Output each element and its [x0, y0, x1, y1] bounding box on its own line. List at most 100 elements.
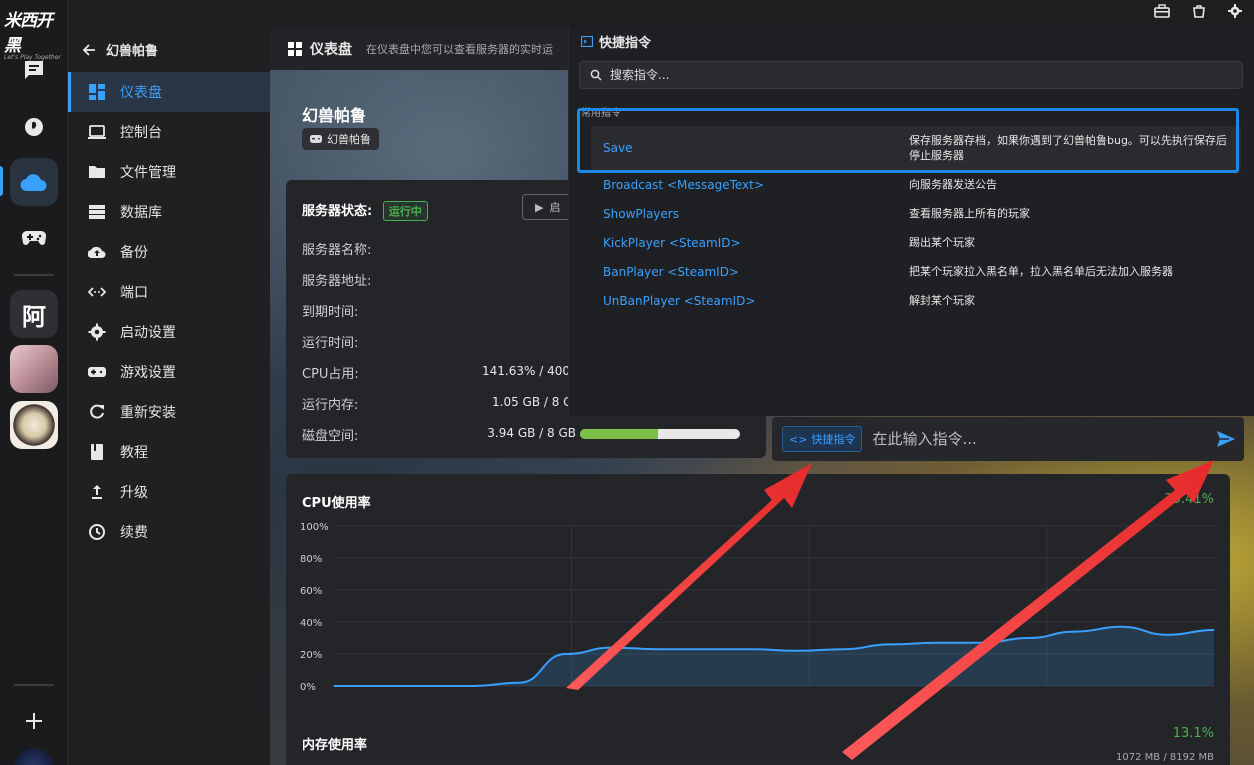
- menu-item-label: 启动设置: [120, 325, 176, 341]
- cpu-chart-y-tick: 60%: [300, 586, 322, 597]
- command-search[interactable]: [579, 61, 1243, 89]
- memory-card-title: 内存使用率: [302, 738, 368, 753]
- server-avatar-anime[interactable]: [10, 345, 58, 393]
- menu-item-label: 端口: [120, 285, 148, 301]
- cpu-chart-point: [935, 642, 937, 644]
- command-input[interactable]: [872, 430, 1208, 448]
- back-to-server-button[interactable]: 幻兽帕鲁: [82, 40, 158, 59]
- menu-item-files[interactable]: 文件管理: [68, 152, 270, 192]
- cpu-chart-point: [611, 647, 613, 649]
- cpu-chart-point: [518, 682, 520, 684]
- menu-item-renew[interactable]: 续费: [68, 512, 270, 552]
- cpu-chart-point: [1213, 629, 1215, 631]
- server-menu: 仪表盘 控制台 文件管理 数据库 备份 端口 启动设置 游戏设置 重新安装 教程…: [68, 72, 270, 552]
- menu-item-label: 控制台: [120, 125, 162, 141]
- server-status-row: 服务器状态: 运行中: [302, 200, 428, 221]
- backup-icon: [88, 246, 106, 259]
- quick-command-title: 快捷指令: [599, 36, 652, 51]
- send-icon: [1217, 431, 1235, 447]
- toolbox-icon[interactable]: [1154, 4, 1170, 18]
- server-name-heading: 幻兽帕鲁: [106, 44, 159, 59]
- cpu-chart-point: [565, 653, 567, 655]
- community-rail-button[interactable]: [10, 102, 58, 150]
- user-avatar[interactable]: [14, 748, 54, 765]
- app-rail: 米西开黑 Let's Play Together 阿: [0, 0, 68, 765]
- game-tag-label: 幻兽帕鲁: [327, 133, 371, 146]
- cpu-chart-point: [842, 648, 844, 650]
- dashboard-icon: [288, 42, 302, 56]
- menu-item-label: 教程: [120, 445, 148, 461]
- cpu-chart-point: [1120, 626, 1122, 628]
- quick-command-toggle[interactable]: <> 快捷指令: [782, 426, 863, 452]
- messages-rail-button[interactable]: [10, 46, 58, 94]
- menu-item-tutorial[interactable]: 教程: [68, 432, 270, 472]
- cpu-chart-point: [1074, 631, 1076, 633]
- server-avatar-badge[interactable]: [10, 401, 58, 449]
- cpu-chart-y-tick: 80%: [300, 554, 322, 565]
- cloud-icon: [20, 174, 47, 192]
- command-description: 解封某个玩家: [909, 294, 975, 307]
- status-label-address: 服务器地址:: [302, 274, 372, 289]
- command-row-kickplayer[interactable]: KickPlayer <SteamID> 踢出某个玩家: [591, 228, 1241, 257]
- menu-item-backup[interactable]: 备份: [68, 232, 270, 272]
- memory-usage-percent: 13.1%: [1172, 726, 1214, 741]
- disk-usage-bar: [580, 429, 740, 439]
- command-description: 向服务器发送公告: [909, 178, 997, 191]
- brand-logo[interactable]: 米西开黑 Let's Play Together: [4, 6, 64, 61]
- menu-item-label: 备份: [120, 245, 148, 261]
- cpu-chart-point: [426, 685, 428, 687]
- menu-item-dashboard[interactable]: 仪表盘: [68, 72, 270, 112]
- cpu-chart-point: [889, 643, 891, 645]
- gear-icon: [88, 323, 106, 341]
- status-label-uptime: 运行时间:: [302, 336, 359, 351]
- upgrade-icon: [92, 485, 102, 499]
- command-row-banplayer[interactable]: BanPlayer <SteamID> 把某个玩家拉入黑名单，拉入黑名单后无法加…: [591, 257, 1241, 286]
- quick-command-header: 快捷指令: [581, 32, 651, 51]
- command-input-bar: <> 快捷指令: [772, 417, 1244, 461]
- command-search-input[interactable]: [610, 68, 1242, 82]
- menu-item-label: 升级: [120, 485, 148, 501]
- settings-icon[interactable]: [1228, 4, 1242, 18]
- command-row-broadcast[interactable]: Broadcast <MessageText> 向服务器发送公告: [591, 170, 1241, 199]
- console-icon: [88, 125, 106, 139]
- send-command-button[interactable]: [1208, 430, 1244, 448]
- cpu-chart-y-tick: 100%: [300, 522, 329, 533]
- cpu-chart-point: [1028, 637, 1030, 639]
- menu-item-database[interactable]: 数据库: [68, 192, 270, 232]
- menu-item-console[interactable]: 控制台: [68, 112, 270, 152]
- page-description: 在仪表盘中您可以查看服务器的实时运: [366, 43, 553, 56]
- cpu-chart-point: [981, 642, 983, 644]
- cpu-chart-point: [1167, 634, 1169, 636]
- page-title: 仪表盘: [310, 42, 352, 58]
- games-rail-button[interactable]: [10, 214, 58, 262]
- menu-item-label: 游戏设置: [120, 365, 176, 381]
- quick-command-panel: 快捷指令 常用指令 Save 保存服务器存档，如果你遇到了幻兽帕鲁bug。可以先…: [568, 28, 1254, 416]
- cloud-servers-rail-button[interactable]: [10, 158, 58, 206]
- plus-icon: [26, 713, 42, 729]
- menu-item-ports[interactable]: 端口: [68, 272, 270, 312]
- menu-item-upgrade[interactable]: 升级: [68, 472, 270, 512]
- game-tag: 幻兽帕鲁: [302, 128, 379, 150]
- command-row-unbanplayer[interactable]: UnBanPlayer <SteamID> 解封某个玩家: [591, 286, 1241, 315]
- menu-item-startup-settings[interactable]: 启动设置: [68, 312, 270, 352]
- folder-icon: [89, 166, 105, 178]
- status-badge: 运行中: [382, 201, 428, 221]
- status-label-memory: 运行内存:: [302, 398, 359, 413]
- add-server-button[interactable]: [10, 697, 58, 745]
- command-row-showplayers[interactable]: ShowPlayers 查看服务器上所有的玩家: [591, 199, 1241, 228]
- store-icon[interactable]: [1192, 4, 1206, 18]
- cpu-usage-chart: 0% 20% 40% 60% 80% 100%: [300, 522, 1215, 693]
- cpu-chart-point: [657, 648, 659, 650]
- menu-item-game-settings[interactable]: 游戏设置: [68, 352, 270, 392]
- memory-usage-card: 内存使用率 13.1% 1072 MB / 8192 MB: [286, 716, 1230, 765]
- menu-item-label: 续费: [120, 525, 148, 541]
- menu-item-label: 仪表盘: [120, 85, 162, 101]
- server-avatar-text[interactable]: 阿: [10, 290, 58, 338]
- menu-item-reinstall[interactable]: 重新安装: [68, 392, 270, 432]
- server-sidebar: 幻兽帕鲁 仪表盘 控制台 文件管理 数据库 备份 端口 启动设置 游戏设置 重新…: [68, 28, 270, 765]
- terminal-icon: [581, 36, 593, 47]
- command-name: BanPlayer <SteamID>: [603, 264, 739, 279]
- status-label-cpu: CPU占用:: [302, 367, 359, 382]
- status-label-disk: 磁盘空间:: [302, 429, 359, 444]
- command-name: KickPlayer <SteamID>: [603, 235, 741, 250]
